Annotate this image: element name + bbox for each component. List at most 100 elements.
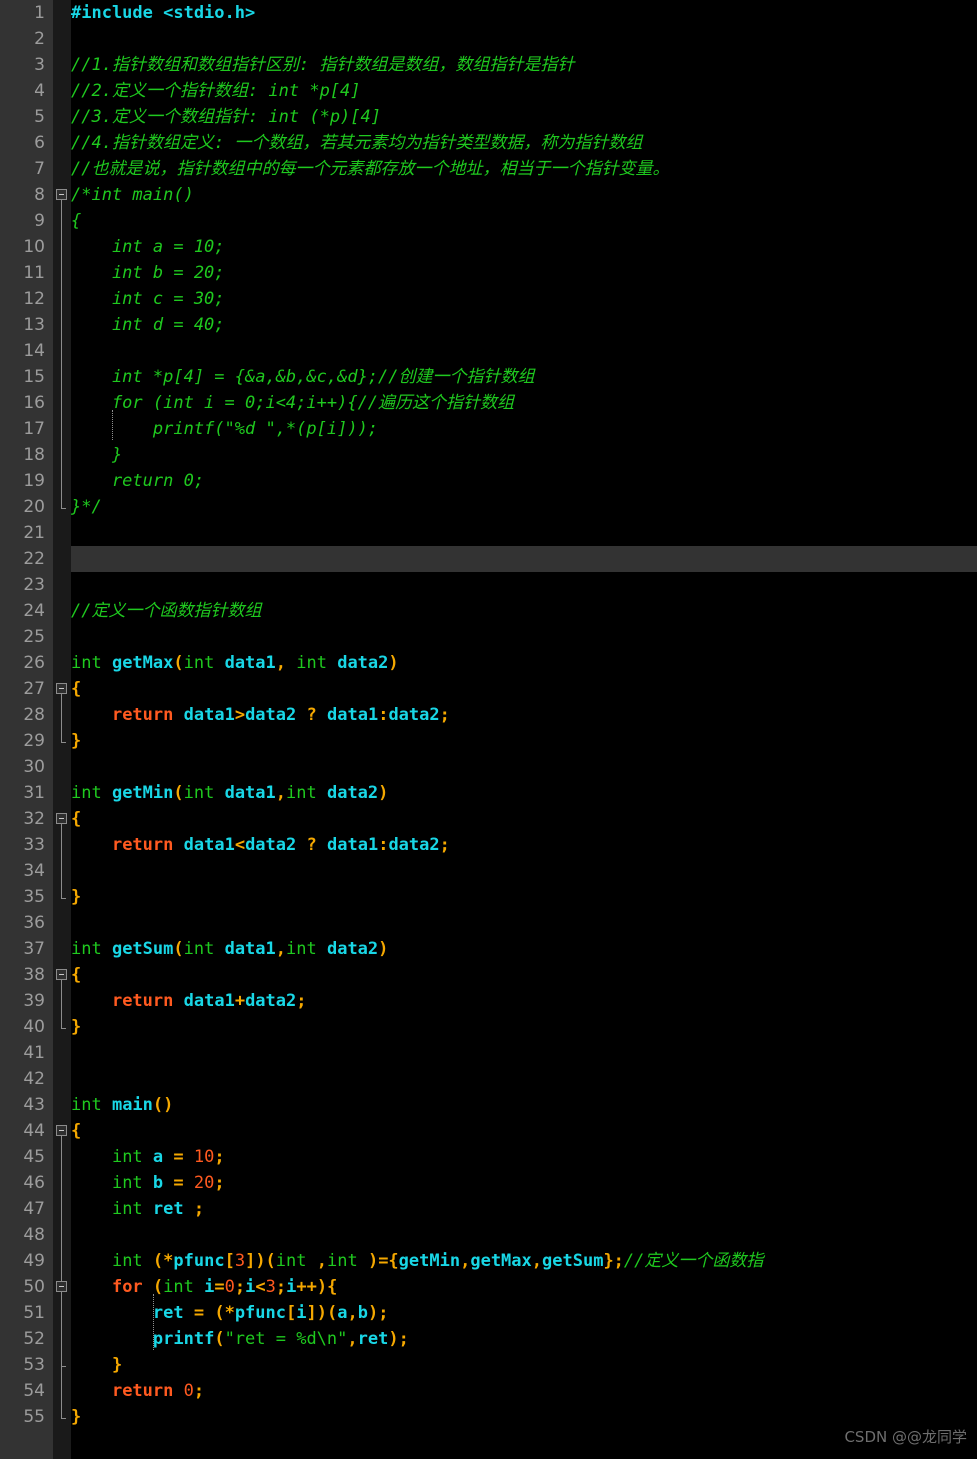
code-token: }*/ — [71, 497, 102, 517]
code-line[interactable] — [71, 338, 977, 364]
code-line[interactable]: return 0; — [71, 1378, 977, 1404]
code-line[interactable]: { — [71, 208, 977, 234]
code-token: data1 — [224, 653, 276, 673]
code-token: "ret = %d\n" — [224, 1329, 348, 1349]
line-number: 53 — [23, 1355, 45, 1375]
code-line[interactable] — [71, 572, 977, 598]
code-editor[interactable]: 1 2 3 4 5 6 7 8 9 10 11 12 13 14 15 16 17 18 19 20 21 22 23 24 2… — [0, 0, 977, 1459]
code-token: , — [347, 1303, 358, 1323]
code-line[interactable]: } — [71, 884, 977, 910]
code-line[interactable]: } — [71, 1014, 977, 1040]
fold-toggle-icon[interactable] — [56, 1281, 67, 1292]
code-line[interactable] — [71, 910, 977, 936]
code-token: //2.定义一个指针数组: int *p[4] — [71, 81, 361, 101]
code-token: ( — [173, 939, 184, 959]
code-token: } — [71, 887, 82, 907]
code-line[interactable]: { — [71, 962, 977, 988]
code-line[interactable]: #include <stdio.h> — [71, 0, 977, 26]
code-line[interactable]: //1.指针数组和数组指针区别: 指针数组是数组，数组指针是指针 — [71, 52, 977, 78]
code-line[interactable] — [71, 520, 977, 546]
code-line[interactable]: //4.指针数组定义: 一个数组，若其元素均为指针类型数据，称为指针数组 — [71, 130, 977, 156]
code-line[interactable]: /*int main() — [71, 182, 977, 208]
code-token: }; — [603, 1251, 624, 1271]
code-line[interactable]: //定义一个函数指针数组 — [71, 598, 977, 624]
line-number: 34 — [23, 861, 45, 881]
code-line[interactable]: int a = 10; — [71, 1144, 977, 1170]
code-token: int — [286, 939, 327, 959]
code-line[interactable]: //2.定义一个指针数组: int *p[4] — [71, 78, 977, 104]
code-line[interactable]: return 0; — [71, 468, 977, 494]
code-line[interactable] — [71, 624, 977, 650]
code-line[interactable]: int main() — [71, 1092, 977, 1118]
code-line[interactable]: return data1>data2 ? data1:data2; — [71, 702, 977, 728]
code-token: int *p[4] = {&a,&b,&c,&d};//创建一个指针数组 — [71, 367, 535, 387]
code-token: data1 — [183, 835, 235, 855]
code-line[interactable] — [71, 754, 977, 780]
code-line[interactable]: } — [71, 728, 977, 754]
code-line[interactable]: int *p[4] = {&a,&b,&c,&d};//创建一个指针数组 — [71, 364, 977, 390]
code-line[interactable]: { — [71, 676, 977, 702]
code-line[interactable]: printf("%d ",*(p[i])); — [71, 416, 977, 442]
fold-toggle-icon[interactable] — [56, 969, 67, 980]
code-token: } — [71, 1355, 123, 1375]
code-line[interactable]: return data1+data2; — [71, 988, 977, 1014]
code-line[interactable]: } — [71, 1352, 977, 1378]
code-line[interactable]: ret = (*pfunc[i])(a,b); — [71, 1300, 977, 1326]
fold-toggle-icon[interactable] — [56, 1125, 67, 1136]
code-token: int — [111, 1147, 153, 1167]
code-token: data2 — [388, 705, 440, 725]
code-line[interactable]: //3.定义一个数组指针: int (*p)[4] — [71, 104, 977, 130]
line-number: 6 — [34, 133, 45, 153]
code-token: , — [275, 783, 287, 803]
code-line[interactable]: int getSum(int data1,int data2) — [71, 936, 977, 962]
code-line[interactable]: int b = 20; — [71, 1170, 977, 1196]
fold-end-tick — [61, 898, 66, 899]
code-line[interactable]: int getMin(int data1,int data2) — [71, 780, 977, 806]
code-line[interactable]: return data1<data2 ? data1:data2; — [71, 832, 977, 858]
fold-toggle-icon[interactable] — [56, 683, 67, 694]
code-line[interactable]: { — [71, 806, 977, 832]
line-number: 28 — [23, 705, 45, 725]
code-line[interactable] — [71, 1040, 977, 1066]
code-line[interactable]: int getMax(int data1, int data2) — [71, 650, 977, 676]
code-token: getMax — [111, 653, 174, 673]
code-line[interactable]: for (int i = 0;i<4;i++){//遍历这个指针数组 — [71, 390, 977, 416]
code-token: printf("%d ",*(p[i])); — [71, 419, 379, 439]
code-line[interactable] — [71, 26, 977, 52]
line-number: 36 — [23, 913, 45, 933]
code-line-current[interactable] — [71, 546, 977, 572]
code-line[interactable]: int a = 10; — [71, 234, 977, 260]
code-line[interactable]: int b = 20; — [71, 260, 977, 286]
code-line[interactable]: int d = 40; — [71, 312, 977, 338]
fold-guide-line — [61, 1136, 62, 1418]
code-token: data1 — [183, 991, 235, 1011]
code-line[interactable] — [71, 1222, 977, 1248]
code-line[interactable]: int c = 30; — [71, 286, 977, 312]
code-token: { — [71, 809, 82, 829]
fold-toggle-icon[interactable] — [56, 813, 67, 824]
code-line[interactable] — [71, 858, 977, 884]
code-line[interactable]: } — [71, 1404, 977, 1430]
code-line[interactable]: int (*pfunc[3])(int ,int )={getMin,getMa… — [71, 1248, 977, 1274]
code-token: return 0; — [71, 471, 205, 491]
code-line[interactable]: printf("ret = %d\n",ret); — [71, 1326, 977, 1352]
code-line[interactable]: for (int i=0;i<3;i++){ — [71, 1274, 977, 1300]
fold-marker-column[interactable] — [53, 0, 71, 1459]
fold-toggle-icon[interactable] — [56, 189, 67, 200]
line-number: 14 — [23, 341, 45, 361]
code-token: ; — [193, 1381, 205, 1401]
code-content-area[interactable]: #include <stdio.h> //1.指针数组和数组指针区别: 指针数组是… — [71, 0, 977, 1459]
code-line[interactable] — [71, 1066, 977, 1092]
code-token: , — [275, 653, 297, 673]
code-line[interactable]: } — [71, 442, 977, 468]
code-line[interactable]: //也就是说，指针数组中的每一个元素都存放一个地址，相当于一个指针变量。 — [71, 156, 977, 182]
code-line[interactable]: { — [71, 1118, 977, 1144]
code-token: //定义一个函数指针数组 — [71, 601, 262, 621]
code-line[interactable]: }*/ — [71, 494, 977, 520]
code-line[interactable]: int ret ; — [71, 1196, 977, 1222]
